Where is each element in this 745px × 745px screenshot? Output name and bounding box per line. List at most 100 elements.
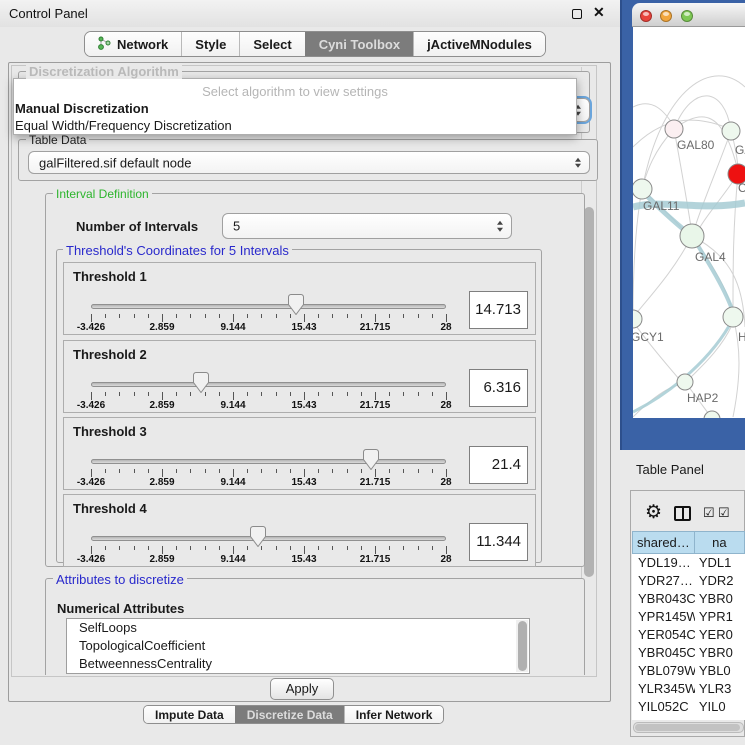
table-row[interactable]: YLR345WYLR3 [632,680,745,698]
table-row[interactable]: YER054CYER0 [632,626,745,644]
table-row[interactable]: YBR045CYBR0 [632,644,745,662]
table-cell[interactable]: YBR043C [632,590,695,608]
table-cell[interactable]: YER0 [695,626,745,644]
table-data-combo[interactable]: galFiltered.sif default node [28,151,590,174]
tick-label: 2.859 [149,477,174,488]
table-cell[interactable]: YBR045C [632,644,695,662]
attribute-list: SelfLoopsTopologicalCoefficientBetweenne… [66,618,530,674]
checkbox-icon[interactable]: ☑ [718,505,730,521]
network-node[interactable] [677,374,693,390]
bottom-tab-discretize-data[interactable]: Discretize Data [235,706,344,723]
tab-style[interactable]: Style [181,32,239,56]
network-node[interactable] [680,224,704,248]
attribute-item[interactable]: SelfLoops [67,619,529,637]
float-icon[interactable] [572,9,582,19]
tab-network[interactable]: Network [85,32,181,56]
node-table: shared…na YDL19…YDL1YDR27…YDR2YBR043CYBR… [632,531,745,720]
table-row[interactable]: YDL19…YDL1 [632,554,745,572]
num-intervals-combo[interactable]: 5 [222,213,512,239]
table-cell[interactable]: YBR0 [695,590,745,608]
table-row[interactable]: YIL052CYIL0 [632,698,745,716]
table-cell[interactable]: YPR1 [695,608,745,626]
bottom-tab-label: Infer Network [356,708,433,722]
threshold-value-field[interactable]: 6.316 [469,369,528,407]
apply-button[interactable]: Apply [270,678,334,700]
network-node-label: HAP2 [687,391,719,405]
tick-label: 21.715 [360,477,391,488]
algorithm-option[interactable]: Manual Discretization [15,101,149,116]
table-cell[interactable]: YBL079W [632,662,695,680]
algorithm-option[interactable]: Equal Width/Frequency Discretization [15,118,232,133]
tick-label: 28 [440,400,451,411]
tick-label: 2.859 [149,400,174,411]
network-canvas[interactable]: GAL80GACGAL11GAL4GCY1HHAP2 [633,27,745,418]
table-row[interactable]: YPR145WYPR1 [632,608,745,626]
threshold-slider-handle[interactable] [250,526,266,547]
threshold-slider-track[interactable] [91,382,446,387]
table-column-header[interactable]: shared… [632,531,695,554]
table-horizontal-scrollbar[interactable] [633,722,744,733]
threshold-slider-handle[interactable] [288,294,304,315]
threshold-value-field[interactable]: 14.713 [469,291,528,329]
table-row[interactable]: YBL079WYBL0 [632,662,745,680]
table-row[interactable]: YBR043CYBR0 [632,590,745,608]
discretization-algorithm-title: Discretization Algorithm [26,64,182,79]
threshold-slider-track[interactable] [91,536,446,541]
gear-icon[interactable]: ⚙ [645,503,662,522]
table-cell[interactable]: YPR145W [632,608,695,626]
network-node[interactable] [722,122,740,140]
bottom-tab-bar: Impute DataDiscretize Data Infer Network [143,705,444,724]
bottom-tab-impute-data[interactable]: Impute Data [144,706,235,723]
tick-label: 21.715 [360,554,391,565]
tab-cyni-toolbox[interactable]: Cyni Toolbox [305,32,413,56]
threshold-value-field[interactable]: 11.344 [469,523,528,561]
table-horizontal-scrollbar-thumb[interactable] [635,724,740,731]
numerical-attributes-label: Numerical Attributes [57,601,184,616]
table-cell[interactable]: YIL052C [632,698,695,716]
slider-tick-marks [91,469,447,478]
close-icon[interactable]: ✕ [593,4,605,21]
zoom-traffic-light[interactable] [681,10,693,22]
table-cell[interactable]: YIL0 [695,698,745,716]
table-cell[interactable]: YLR3 [695,680,745,698]
network-node[interactable] [723,307,743,327]
bottom-tab-infer-network[interactable]: Infer Network [344,706,444,723]
network-node-label: C [738,181,745,195]
threshold-value-field[interactable]: 21.4 [469,446,528,484]
close-traffic-light[interactable] [640,10,652,22]
tick-label: 28 [440,554,451,565]
attribute-item[interactable]: BetweennessCentrality [67,655,529,673]
table-cell[interactable]: YDL1 [695,554,745,572]
checkbox-icon[interactable]: ☑ [703,505,715,521]
threshold-slider-handle[interactable] [363,449,379,470]
threshold-slider-handle[interactable] [193,372,209,393]
table-cell[interactable]: YDR27… [632,572,695,590]
table-row[interactable]: YDR27…YDR2 [632,572,745,590]
threshold-label: Threshold 2 [73,347,147,362]
minimize-traffic-light[interactable] [660,10,672,22]
table-cell[interactable]: YLR345W [632,680,695,698]
network-node[interactable] [704,411,720,418]
threshold-slider-track[interactable] [91,304,446,309]
table-cell[interactable]: YER054C [632,626,695,644]
columns-icon[interactable] [674,506,691,521]
table-cell[interactable]: YDR2 [695,572,745,590]
threshold-panel: Threshold 2-3.4262.8599.14415.4321.71528… [63,340,536,413]
network-node[interactable] [633,179,652,199]
attribute-item[interactable]: TopologicalCoefficient [67,637,529,655]
network-node[interactable] [633,310,642,328]
table-cell[interactable]: YBR0 [695,644,745,662]
table-cell[interactable]: YDL19… [632,554,695,572]
attribute-list-scrollbar-thumb[interactable] [518,621,527,671]
threshold-slider-track[interactable] [91,459,446,464]
table-column-header[interactable]: na [695,531,745,554]
tab-jactivemnodules[interactable]: jActiveMNodules [413,32,545,56]
vertical-scrollbar-thumb[interactable] [584,207,594,577]
network-node[interactable] [665,120,683,138]
control-panel-titlebar: Control Panel ✕ [0,0,620,27]
tab-select[interactable]: Select [239,32,304,56]
attribute-list-scrollbar[interactable] [516,620,528,672]
table-cell[interactable]: YBL0 [695,662,745,680]
num-intervals-label: Number of Intervals [76,219,198,234]
tick-label: 2.859 [149,554,174,565]
